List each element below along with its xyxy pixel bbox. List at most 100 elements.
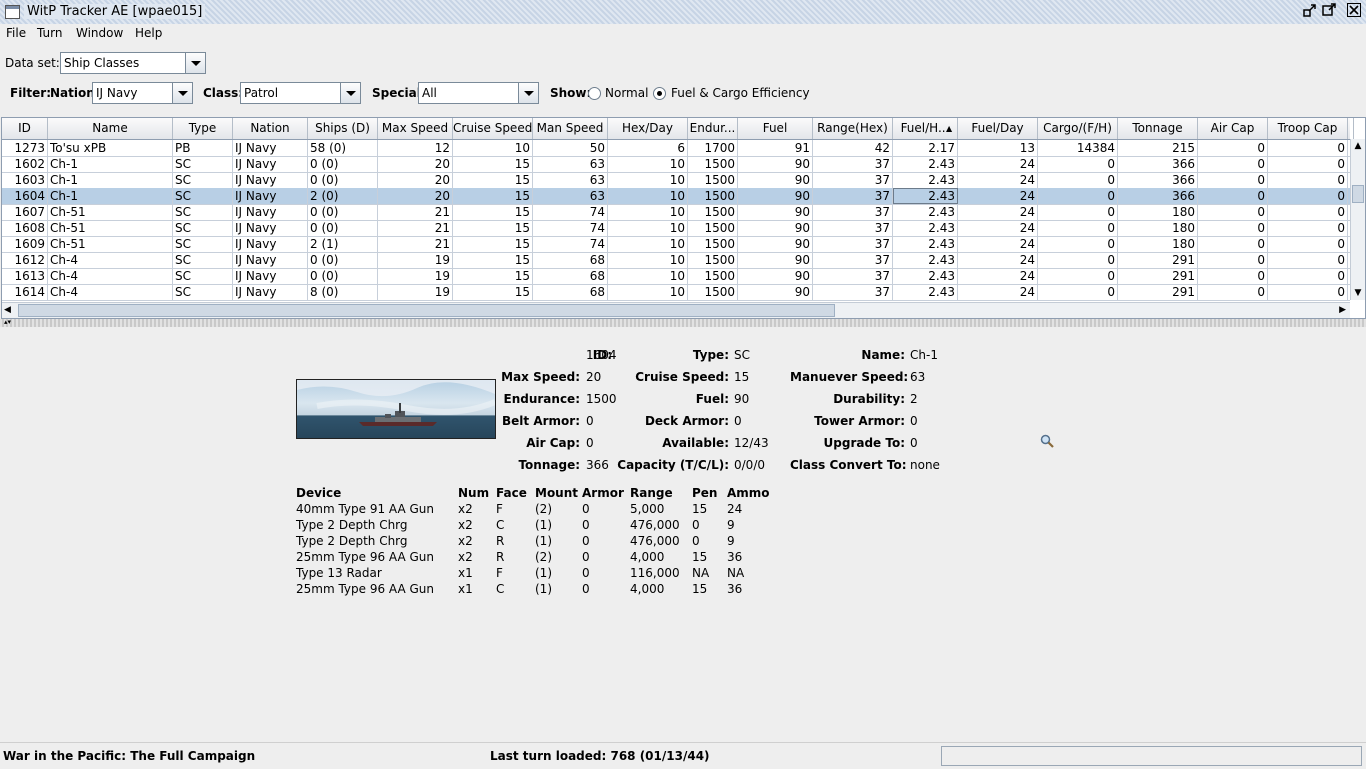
- table-cell: 1500: [688, 236, 738, 252]
- column-header[interactable]: Nation: [233, 118, 308, 139]
- table-cell: SC: [173, 172, 233, 188]
- dataset-select[interactable]: Ship Classes: [60, 52, 206, 74]
- dataset-value: Ship Classes: [64, 56, 140, 70]
- table-cell: 10: [608, 156, 688, 172]
- column-header[interactable]: Type: [173, 118, 233, 139]
- chevron-down-icon[interactable]: [340, 83, 360, 103]
- table-cell: Ch-1: [48, 156, 173, 172]
- column-header[interactable]: Fuel/Day: [958, 118, 1038, 139]
- table-cell: 0: [1268, 140, 1348, 156]
- split-pane-divider[interactable]: ▴▾: [0, 318, 1366, 327]
- max-speed-label: Max Speed:: [501, 370, 580, 384]
- deck-armor-value: 0: [734, 414, 742, 428]
- table-cell: 15: [453, 284, 533, 300]
- scroll-thumb[interactable]: [1352, 185, 1364, 203]
- table-cell: 180: [1118, 204, 1198, 220]
- special-select[interactable]: All: [418, 82, 539, 104]
- table-cell: 37: [813, 204, 893, 220]
- show-normal-label[interactable]: Normal: [605, 86, 648, 100]
- table-row[interactable]: 1602 Ch-1 SC IJ Navy 0 (0) 20 15 63 10 1500 90 37 2.…: [2, 156, 1350, 173]
- table-cell: 10: [453, 140, 533, 156]
- device-cell: 0: [692, 534, 700, 548]
- table-cell: 20: [378, 172, 453, 188]
- column-header[interactable]: Cargo/(F/H): [1038, 118, 1118, 139]
- chevron-down-icon[interactable]: [185, 53, 205, 73]
- table-row[interactable]: 1613 Ch-4 SC IJ Navy 0 (0) 19 15 68 10 1500 90 37 2.…: [2, 268, 1350, 285]
- column-header[interactable]: Range(Hex): [813, 118, 893, 139]
- chevron-down-icon[interactable]: [518, 83, 538, 103]
- column-header[interactable]: Name: [48, 118, 173, 139]
- show-fuel-cargo-label[interactable]: Fuel & Cargo Efficiency: [671, 86, 810, 100]
- magnifier-icon[interactable]: [1040, 434, 1054, 451]
- collapse-arrows-icon[interactable]: ▴▾: [4, 318, 11, 326]
- table-cell: PB: [173, 140, 233, 156]
- available-label: Available:: [662, 436, 729, 450]
- table-cell: 24: [958, 188, 1038, 204]
- column-header[interactable]: Cruise Speed: [453, 118, 533, 139]
- class-select[interactable]: Patrol: [240, 82, 361, 104]
- table-row[interactable]: 1607 Ch-51 SC IJ Navy 0 (0) 21 15 74 10 1500 90 37 2…: [2, 204, 1350, 221]
- table-cell: 19: [378, 268, 453, 284]
- menu-help[interactable]: Help: [135, 26, 162, 40]
- maximize-icon[interactable]: [1320, 3, 1337, 19]
- column-header-overflow[interactable]: [1348, 118, 1354, 139]
- table-cell: 2.43: [893, 156, 958, 172]
- table-cell: 366: [1118, 172, 1198, 188]
- table-cell: 0: [1198, 204, 1268, 220]
- table-cell: 1500: [688, 284, 738, 300]
- column-header[interactable]: Max Speed: [378, 118, 453, 139]
- table-cell: 2.43: [893, 252, 958, 268]
- scroll-left-icon[interactable]: ◀: [4, 305, 11, 315]
- column-header[interactable]: Man Speed: [533, 118, 608, 139]
- menu-file[interactable]: File: [6, 26, 26, 40]
- table-horizontal-scrollbar[interactable]: ◀ ▶: [2, 302, 1350, 318]
- menu-window[interactable]: Window: [76, 26, 123, 40]
- show-fuel-cargo-radio[interactable]: [653, 87, 666, 100]
- chevron-down-icon[interactable]: [172, 83, 192, 103]
- table-cell: 0: [1038, 220, 1118, 236]
- table-cell: 37: [813, 268, 893, 284]
- table-row[interactable]: 1614 Ch-4 SC IJ Navy 8 (0) 19 15 68 10 1500 90 37 2.…: [2, 284, 1350, 301]
- menu-turn[interactable]: Turn: [37, 26, 62, 40]
- minimize-icon[interactable]: [1301, 3, 1318, 19]
- table-cell: 2.43: [893, 172, 958, 188]
- table-row[interactable]: 1604 Ch-1 SC IJ Navy 2 (0) 20 15 63 10 1500 90 37 2.…: [2, 188, 1350, 205]
- scroll-up-icon[interactable]: ▲: [1351, 139, 1365, 153]
- horizontal-scroll-thumb[interactable]: [18, 304, 835, 317]
- column-header[interactable]: Hex/Day: [608, 118, 688, 139]
- table-row[interactable]: 1608 Ch-51 SC IJ Navy 0 (0) 21 15 74 10 1500 90 37 2…: [2, 220, 1350, 237]
- air-cap-value: 0: [586, 436, 594, 450]
- table-cell: 74: [533, 220, 608, 236]
- nation-select[interactable]: IJ Navy: [92, 82, 193, 104]
- table-cell: 63: [533, 188, 608, 204]
- table-vertical-scrollbar[interactable]: ▲ ▼: [1350, 139, 1365, 300]
- table-row[interactable]: 1273 To'su xPB PB IJ Navy 58 (0) 12 10 50 6 1700 9…: [2, 140, 1350, 157]
- close-icon[interactable]: [1345, 3, 1362, 19]
- table-cell: 0: [1268, 236, 1348, 252]
- column-header[interactable]: Ships (D): [308, 118, 378, 139]
- column-header[interactable]: ID: [2, 118, 48, 139]
- scroll-down-icon[interactable]: ▼: [1351, 286, 1365, 300]
- column-header[interactable]: Air Cap: [1198, 118, 1268, 139]
- table-cell: 37: [813, 156, 893, 172]
- tower-armor-label: Tower Armor:: [814, 414, 905, 428]
- table-cell: 0 (0): [308, 268, 378, 284]
- device-cell: 9: [727, 518, 735, 532]
- column-header[interactable]: Fuel: [738, 118, 813, 139]
- device-cell: R: [496, 534, 505, 548]
- table-cell: SC: [173, 252, 233, 268]
- table-row[interactable]: 1609 Ch-51 SC IJ Navy 2 (1) 21 15 74 10 1500 90 37 2…: [2, 236, 1350, 253]
- ship-class-table[interactable]: ID Name Type Nation Ships (D) Max Speed Cruise…: [1, 117, 1366, 319]
- scroll-right-icon[interactable]: ▶: [1339, 305, 1346, 315]
- show-normal-radio[interactable]: [588, 87, 601, 100]
- column-header[interactable]: Endur...: [688, 118, 738, 139]
- column-header[interactable]: Troop Cap: [1268, 118, 1348, 139]
- table-row[interactable]: 1603 Ch-1 SC IJ Navy 0 (0) 20 15 63 10 1500 90 37 2.…: [2, 172, 1350, 189]
- device-cell: x2: [458, 502, 473, 516]
- table-row[interactable]: 1612 Ch-4 SC IJ Navy 0 (0) 19 15 68 10 1500 90 37 2.…: [2, 252, 1350, 269]
- device-cell: C: [496, 518, 505, 532]
- column-header[interactable]: Tonnage: [1118, 118, 1198, 139]
- table-cell: 24: [958, 236, 1038, 252]
- table-cell: 58 (0): [308, 140, 378, 156]
- table-cell: 1500: [688, 220, 738, 236]
